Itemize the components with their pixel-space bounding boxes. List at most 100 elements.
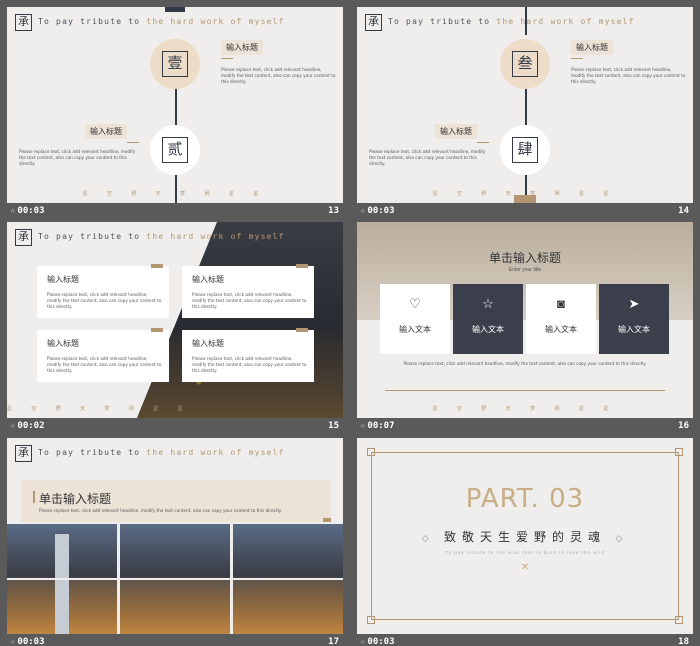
title-label-1: 输入标题 xyxy=(571,40,613,55)
card-title: 输入标题 xyxy=(47,275,79,284)
body-text: Please replace text, click add relevant … xyxy=(221,67,336,84)
nav-bar: 星 空 野 天 梦 网 星 星 xyxy=(82,191,268,197)
slide-17-canvas: 承 To pay tribute to the hard work of mys… xyxy=(7,438,343,634)
timing-label: ☆ 00:02 xyxy=(10,421,45,431)
slide-thumb-15[interactable]: 承 To pay tribute to the hard work of mys… xyxy=(7,222,343,431)
thumb-footer: ☆ 00:02 15 xyxy=(7,418,343,435)
timeline-line xyxy=(525,87,527,127)
divider xyxy=(385,390,665,391)
seal-circle-2: 肆 xyxy=(500,125,550,175)
slide-thumb-14[interactable]: 承 To pay tribute to the hard work of mys… xyxy=(357,7,693,216)
thumb-footer: ☆ 00:03 17 xyxy=(7,634,343,646)
feature-box[interactable]: ➤ 输入文本 xyxy=(599,284,669,354)
seal-char: 贰 xyxy=(162,137,188,163)
body-text: Please replace text, click add relevant … xyxy=(19,149,136,166)
title-label-2: 输入标题 xyxy=(435,124,477,139)
slide-number: 17 xyxy=(328,637,339,646)
accent-rule xyxy=(571,58,583,59)
logo-icon: 承 xyxy=(15,445,32,462)
diamond-icon: ◇ xyxy=(615,533,629,543)
card-title: 输入标题 xyxy=(192,275,224,284)
slide-thumb-16[interactable]: 单击输入标题 Enter your title ♡ 输入文本 ☆ 输入文本 ◙ … xyxy=(357,222,693,431)
seal-char: 叁 xyxy=(512,51,538,77)
box-label: 输入文本 xyxy=(399,325,431,334)
tribute-line: To pay tribute to the hard work of mysel… xyxy=(38,232,285,241)
star-icon: ☆ xyxy=(360,421,366,431)
slide-thumb-17[interactable]: 承 To pay tribute to the hard work of mys… xyxy=(7,438,343,646)
timing-label: ☆ 00:07 xyxy=(360,421,395,431)
star-icon: ☆ xyxy=(360,637,366,646)
feature-box[interactable]: ♡ 输入文本 xyxy=(380,284,450,354)
photo-divider xyxy=(7,578,343,580)
tribute-line: To pay tribute to the hard work of mysel… xyxy=(388,17,635,26)
corner-ornament xyxy=(367,616,375,624)
slide-18-canvas: PART. 03 ◇ 致敬天生爱野的灵魂 ◇ To pay tribute to… xyxy=(357,438,693,634)
logo-icon: 承 xyxy=(365,14,382,31)
slide-heading: 单击输入标题 xyxy=(488,251,561,265)
star-icon: ☆ xyxy=(10,637,16,646)
star-icon: ☆ xyxy=(10,421,16,431)
card-body: Please replace text, click add relevant … xyxy=(192,356,307,373)
thumb-footer: ☆ 00:03 18 xyxy=(357,634,693,646)
logo-icon: 承 xyxy=(15,229,32,246)
card-body: Please replace text, click add relevant … xyxy=(47,356,162,373)
title-label-2: 输入标题 xyxy=(85,124,127,139)
seal-circle-1: 壹 xyxy=(150,39,200,89)
thumb-footer: ☆ 00:03 13 xyxy=(7,203,343,220)
slide-thumb-18[interactable]: PART. 03 ◇ 致敬天生爱野的灵魂 ◇ To pay tribute to… xyxy=(357,438,693,646)
cross-icon: ✕ xyxy=(520,562,530,573)
send-icon: ➤ xyxy=(628,296,640,311)
text-card[interactable]: 输入标题 Please replace text, click add rele… xyxy=(37,328,169,382)
star-icon: ☆ xyxy=(360,206,366,216)
slide-number: 13 xyxy=(328,206,339,216)
card-tag xyxy=(296,328,308,332)
timeline-line xyxy=(525,7,527,35)
accent-rule xyxy=(221,58,233,59)
thumb-footer: ☆ 00:07 16 xyxy=(357,418,693,435)
timing-label: ☆ 00:03 xyxy=(360,206,395,216)
text-card[interactable]: 输入标题 Please replace text, click add rele… xyxy=(182,328,314,382)
slide-number: 14 xyxy=(678,206,689,216)
title-label-1: 输入标题 xyxy=(221,40,263,55)
corner-ornament xyxy=(675,616,683,624)
box-label: 输入文本 xyxy=(618,325,650,334)
card-tag xyxy=(151,328,163,332)
text-card[interactable]: 输入标题 Please replace text, click add rele… xyxy=(182,264,314,318)
card-tag xyxy=(151,264,163,268)
card-tag xyxy=(296,264,308,268)
logo-icon: 承 xyxy=(15,14,32,31)
seal-circle-1: 叁 xyxy=(500,39,550,89)
slide-16-canvas: 单击输入标题 Enter your title ♡ 输入文本 ☆ 输入文本 ◙ … xyxy=(357,222,693,418)
body-text: Please replace text, click add relevant … xyxy=(369,149,486,166)
body-text: Please replace text, click add relevant … xyxy=(571,67,686,84)
body-text: Please replace text, click add relevant … xyxy=(39,508,282,513)
nav-bar: 星 空 野 天 梦 网 星 星 xyxy=(432,191,618,197)
part-title: PART. 03 xyxy=(465,484,585,514)
box-label: 输入文本 xyxy=(472,325,504,334)
nav-bar: 星 空 野 天 梦 网 星 星 xyxy=(432,406,618,412)
thumb-footer: ☆ 00:03 14 xyxy=(357,203,693,220)
timing-label: ☆ 00:03 xyxy=(10,637,45,646)
accent-rule xyxy=(127,142,139,143)
tribute-line: To pay tribute to the hard work of mysel… xyxy=(38,17,285,26)
tribute-line: To pay tribute to the hard work of mysel… xyxy=(38,448,285,457)
accent-rule xyxy=(477,142,489,143)
slide-thumb-13[interactable]: 承 To pay tribute to the hard work of mys… xyxy=(7,7,343,216)
feature-box[interactable]: ☆ 输入文本 xyxy=(453,284,523,354)
seal-char: 肆 xyxy=(512,137,538,163)
slide-number: 16 xyxy=(678,421,689,431)
box-label: 输入文本 xyxy=(545,325,577,334)
slide-15-canvas: 承 To pay tribute to the hard work of mys… xyxy=(7,222,343,418)
seal-char: 壹 xyxy=(162,51,188,77)
accent-bar xyxy=(33,491,35,503)
star-icon: ☆ xyxy=(10,206,16,216)
tower xyxy=(55,534,69,634)
part-small: To pay tribute to the soul that is born … xyxy=(445,550,605,555)
feature-box[interactable]: ◙ 输入文本 xyxy=(526,284,596,354)
timing-label: ☆ 00:03 xyxy=(360,637,395,646)
timing-label: ☆ 00:03 xyxy=(10,206,45,216)
text-card[interactable]: 输入标题 Please replace text, click add rele… xyxy=(37,264,169,318)
slide-13-canvas: 承 To pay tribute to the hard work of mys… xyxy=(7,7,343,203)
slide-heading: 单击输入标题 xyxy=(39,492,112,506)
camera-icon: ◙ xyxy=(557,296,565,311)
